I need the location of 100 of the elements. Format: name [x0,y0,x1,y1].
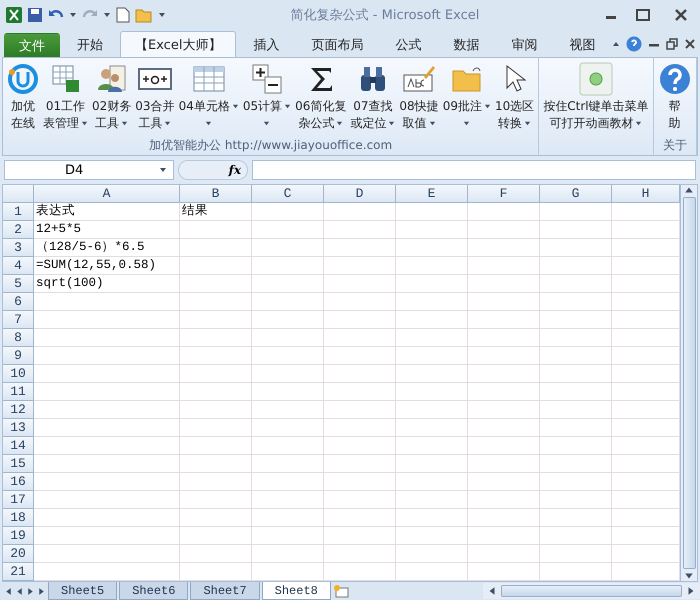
empty-cell[interactable] [396,455,468,473]
empty-cell[interactable] [324,437,396,455]
empty-cell[interactable] [468,329,540,347]
empty-cell[interactable] [540,419,612,437]
empty-cell[interactable] [396,509,468,527]
empty-cell[interactable] [540,401,612,419]
empty-cell[interactable] [540,545,612,563]
sheet-tab[interactable]: Sheet6 [119,582,188,600]
empty-cell[interactable] [180,527,252,545]
vertical-scrollbar[interactable] [680,185,697,581]
empty-cell[interactable] [396,527,468,545]
empty-cell[interactable] [180,437,252,455]
empty-cell[interactable] [324,293,396,311]
ribbon-tab[interactable]: 视图 [554,31,610,57]
empty-cell[interactable] [540,293,612,311]
ribbon-button[interactable]: 09批注 [440,60,493,135]
insert-function-button[interactable]: fx [178,160,248,180]
empty-cell[interactable] [540,563,612,581]
empty-cell[interactable] [180,347,252,365]
empty-cell[interactable] [540,275,612,293]
close-icon[interactable] [684,38,696,50]
empty-cell[interactable] [252,419,324,437]
empty-cell[interactable] [540,527,612,545]
column-header[interactable]: F [468,185,540,203]
empty-cell[interactable] [468,545,540,563]
empty-cell[interactable] [180,293,252,311]
column-header[interactable]: D [324,185,396,203]
empty-cell[interactable] [468,365,540,383]
save-icon[interactable] [27,7,43,23]
empty-cell[interactable] [180,419,252,437]
select-all-corner[interactable] [3,185,34,203]
empty-cell[interactable] [252,545,324,563]
empty-cell[interactable] [252,365,324,383]
empty-cell[interactable] [324,491,396,509]
empty-cell[interactable] [468,203,540,221]
empty-cell[interactable] [396,347,468,365]
ribbon-button[interactable]: 帮 助 [656,60,694,135]
table-cell[interactable]: sqrt(100) [34,275,180,293]
empty-cell[interactable] [396,203,468,221]
empty-cell[interactable] [396,329,468,347]
empty-cell[interactable] [180,311,252,329]
empty-cell[interactable] [252,473,324,491]
ribbon-tab[interactable]: 【Excel大师】 [120,31,236,57]
row-header[interactable]: 5 [3,275,34,293]
row-header[interactable]: 16 [3,473,34,491]
empty-cell[interactable] [396,365,468,383]
first-sheet-icon[interactable] [4,586,13,596]
help-icon[interactable] [626,36,642,52]
empty-cell[interactable] [252,563,324,581]
ribbon-button[interactable]: 07查找 或定位 [348,60,398,135]
row-header[interactable]: 13 [3,419,34,437]
empty-cell[interactable] [324,365,396,383]
empty-cell[interactable] [252,275,324,293]
empty-cell[interactable] [180,545,252,563]
empty-cell[interactable] [468,419,540,437]
empty-cell[interactable] [324,239,396,257]
empty-cell[interactable] [252,239,324,257]
empty-cell[interactable] [540,365,612,383]
row-header[interactable]: 12 [3,401,34,419]
row-header[interactable]: 7 [3,311,34,329]
empty-cell[interactable] [252,527,324,545]
sheet-tab[interactable]: Sheet7 [190,582,260,600]
empty-cell[interactable] [540,221,612,239]
ribbon-button[interactable]: 03合并 工具 [133,60,177,135]
empty-cell[interactable] [324,347,396,365]
empty-cell[interactable] [324,545,396,563]
empty-cell[interactable] [252,401,324,419]
empty-cell[interactable] [180,239,252,257]
empty-cell[interactable] [396,311,468,329]
horizontal-scrollbar[interactable] [482,583,700,599]
empty-cell[interactable] [540,203,612,221]
empty-cell[interactable] [468,491,540,509]
empty-cell[interactable] [180,563,252,581]
empty-cell[interactable] [396,257,468,275]
row-header[interactable]: 4 [3,257,34,275]
ribbon-button[interactable]: 06简化复 杂公式 [293,60,348,135]
sheet-tab[interactable]: Sheet5 [48,582,118,600]
new-sheet-icon[interactable] [332,584,351,598]
empty-cell[interactable] [396,419,468,437]
empty-cell[interactable] [324,257,396,275]
empty-cell[interactable] [468,401,540,419]
empty-cell[interactable] [468,275,540,293]
empty-cell[interactable] [468,383,540,401]
empty-cell[interactable] [468,293,540,311]
row-header[interactable]: 3 [3,239,34,257]
row-header[interactable]: 15 [3,455,34,473]
empty-cell[interactable] [324,401,396,419]
empty-cell[interactable] [396,491,468,509]
restore-icon[interactable] [666,38,678,50]
row-header[interactable]: 19 [3,527,34,545]
column-header[interactable]: H [612,185,680,203]
last-sheet-icon[interactable] [37,586,46,596]
ribbon-tab[interactable]: 公式 [380,31,436,57]
empty-cell[interactable] [180,455,252,473]
empty-cell[interactable] [180,329,252,347]
empty-cell[interactable] [252,347,324,365]
empty-cell[interactable] [180,275,252,293]
table-cell[interactable]: （128/5-6）*6.5 [34,239,180,257]
ribbon-tab[interactable]: 审阅 [496,31,552,57]
table-cell[interactable]: 12+5*5 [34,221,180,239]
